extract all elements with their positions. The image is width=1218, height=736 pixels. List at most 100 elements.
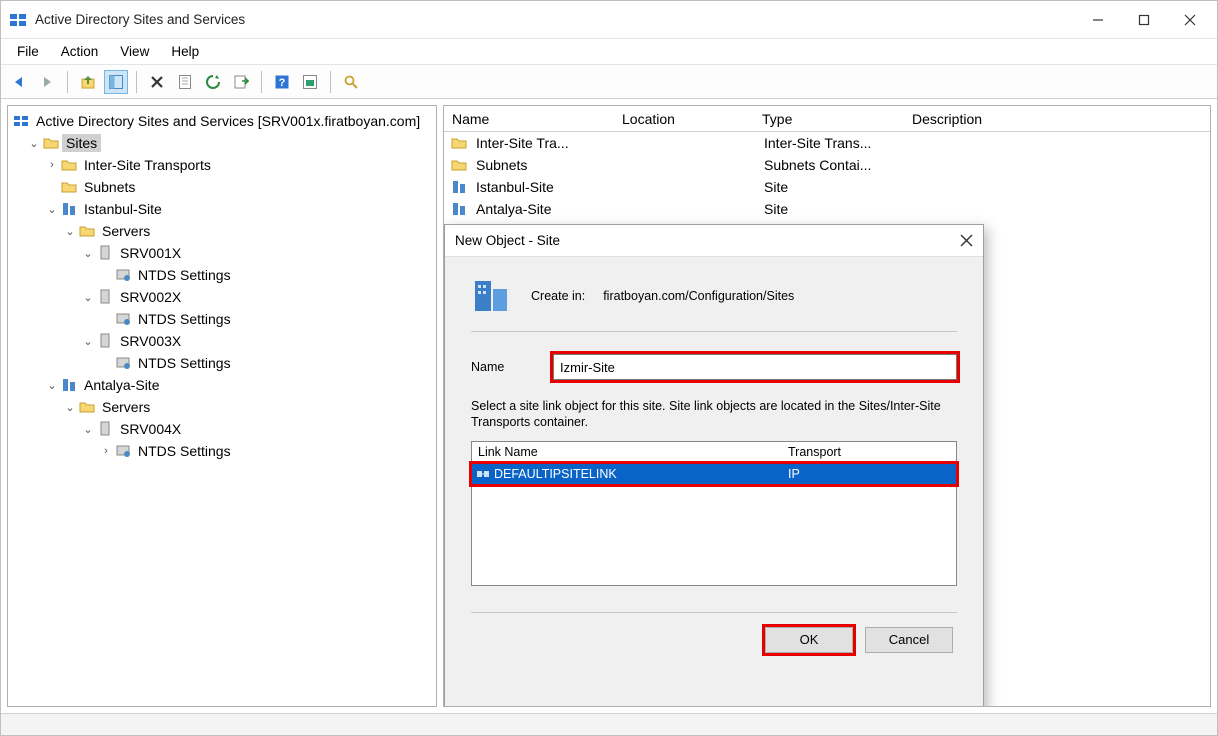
tree-istanbul[interactable]: ⌄ Istanbul-Site	[10, 198, 434, 220]
titlebar: Active Directory Sites and Services	[1, 1, 1217, 39]
expander-icon[interactable]: ⌄	[26, 137, 42, 150]
folder-icon	[450, 135, 468, 151]
tree-ntds-label: NTDS Settings	[134, 310, 235, 328]
site-icon	[60, 201, 78, 217]
list-col-name[interactable]: Name	[444, 111, 614, 127]
list-cell-type: Site	[756, 201, 906, 217]
menubar: File Action View Help	[1, 39, 1217, 65]
server-icon	[96, 289, 114, 305]
forward-button[interactable]	[35, 70, 59, 94]
tree-intersite[interactable]: › Inter-Site Transports	[10, 154, 434, 176]
delete-button[interactable]	[145, 70, 169, 94]
window-close-button[interactable]	[1167, 4, 1213, 36]
expander-icon[interactable]: ⌄	[80, 247, 96, 260]
dialog-titlebar: New Object - Site	[445, 225, 983, 257]
tree-srv001x[interactable]: ⌄ SRV001X	[10, 242, 434, 264]
cancel-button[interactable]: Cancel	[865, 627, 953, 653]
tree-srv004x[interactable]: ⌄ SRV004X	[10, 418, 434, 440]
window-minimize-button[interactable]	[1075, 4, 1121, 36]
new-object-site-dialog: New Object - Site Create in: firatboyan.…	[444, 224, 984, 707]
tree-srv003x[interactable]: ⌄ SRV003X	[10, 330, 434, 352]
list-row[interactable]: Antalya-Site Site	[444, 198, 1210, 220]
tree-istanbul-label: Istanbul-Site	[80, 200, 166, 218]
ntds-icon	[114, 311, 132, 327]
site-link-icon	[474, 467, 492, 481]
expander-icon[interactable]: ⌄	[44, 379, 60, 392]
folder-icon	[60, 157, 78, 173]
expander-icon[interactable]: ⌄	[62, 225, 78, 238]
refresh-button[interactable]	[201, 70, 225, 94]
ntds-icon	[114, 355, 132, 371]
tree-antalya-label: Antalya-Site	[80, 376, 163, 394]
dialog-close-button[interactable]	[960, 234, 973, 247]
tree-sites[interactable]: ⌄ Sites	[10, 132, 434, 154]
tree-root[interactable]: Active Directory Sites and Services [SRV…	[10, 110, 434, 132]
site-icon	[450, 179, 468, 195]
tree-srv003x-label: SRV003X	[116, 332, 185, 350]
name-label: Name	[471, 360, 541, 374]
link-header-name[interactable]: Link Name	[472, 445, 782, 459]
app-window: Active Directory Sites and Services File…	[0, 0, 1218, 736]
list-row[interactable]: Istanbul-Site Site	[444, 176, 1210, 198]
expander-icon[interactable]: ⌄	[62, 401, 78, 414]
site-link-listbox[interactable]: Link Name Transport DEFAULTIPSITELINK IP	[471, 441, 957, 586]
list-col-description[interactable]: Description	[904, 111, 1210, 127]
folder-icon	[450, 157, 468, 173]
tree-servers-istanbul[interactable]: ⌄ Servers	[10, 220, 434, 242]
expander-icon[interactable]: ›	[98, 445, 114, 457]
site-name-input[interactable]	[553, 354, 957, 380]
list-cell-name: Subnets	[468, 157, 616, 173]
tree-subnets-label: Subnets	[80, 178, 139, 196]
separator	[136, 71, 137, 93]
menu-help[interactable]: Help	[161, 42, 209, 61]
site-icon	[60, 377, 78, 393]
help-button[interactable]: ?	[270, 70, 294, 94]
link-header-transport[interactable]: Transport	[782, 445, 956, 459]
menu-view[interactable]: View	[110, 42, 159, 61]
app-title: Active Directory Sites and Services	[35, 12, 1075, 27]
find-button[interactable]	[339, 70, 363, 94]
properties-button[interactable]	[173, 70, 197, 94]
tree-ntds-1[interactable]: NTDS Settings	[10, 264, 434, 286]
menu-action[interactable]: Action	[51, 42, 109, 61]
dialog-create-in: Create in: firatboyan.com/Configuration/…	[471, 275, 957, 332]
tree-intersite-label: Inter-Site Transports	[80, 156, 215, 174]
tree-ntds-4[interactable]: › NTDS Settings	[10, 440, 434, 462]
site-link-row[interactable]: DEFAULTIPSITELINK IP	[472, 464, 956, 484]
dialog-body: Create in: firatboyan.com/Configuration/…	[445, 257, 983, 707]
list-col-type[interactable]: Type	[754, 111, 904, 127]
link-listbox-header: Link Name Transport	[472, 442, 956, 464]
tree-srv002x[interactable]: ⌄ SRV002X	[10, 286, 434, 308]
list-row[interactable]: Inter-Site Tra... Inter-Site Trans...	[444, 132, 1210, 154]
ntds-icon	[114, 443, 132, 459]
tree-ntds-2[interactable]: NTDS Settings	[10, 308, 434, 330]
ok-button[interactable]: OK	[765, 627, 853, 653]
list-cell-type: Inter-Site Trans...	[756, 135, 906, 151]
sites-services-icon	[12, 113, 30, 129]
tree: Active Directory Sites and Services [SRV…	[8, 106, 436, 466]
expander-icon[interactable]: ⌄	[80, 335, 96, 348]
expander-icon[interactable]: ⌄	[44, 203, 60, 216]
window-maximize-button[interactable]	[1121, 4, 1167, 36]
tree-ntds-label: NTDS Settings	[134, 266, 235, 284]
tree-servers-antalya[interactable]: ⌄ Servers	[10, 396, 434, 418]
settings-button[interactable]	[298, 70, 322, 94]
tree-subnets[interactable]: Subnets	[10, 176, 434, 198]
expander-icon[interactable]: ›	[44, 159, 60, 171]
show-hide-tree-button[interactable]	[104, 70, 128, 94]
up-button[interactable]	[76, 70, 100, 94]
list-col-location[interactable]: Location	[614, 111, 754, 127]
tree-antalya[interactable]: ⌄ Antalya-Site	[10, 374, 434, 396]
list-row[interactable]: Subnets Subnets Contai...	[444, 154, 1210, 176]
expander-icon[interactable]: ⌄	[80, 423, 96, 436]
menu-file[interactable]: File	[7, 42, 49, 61]
tree-sites-label: Sites	[62, 134, 101, 152]
list-panel: Name Location Type Description Inter-Sit…	[443, 105, 1211, 707]
expander-icon[interactable]: ⌄	[80, 291, 96, 304]
export-button[interactable]	[229, 70, 253, 94]
folder-icon	[78, 223, 96, 239]
back-button[interactable]	[7, 70, 31, 94]
tree-ntds-3[interactable]: NTDS Settings	[10, 352, 434, 374]
server-icon	[96, 421, 114, 437]
folder-icon	[78, 399, 96, 415]
